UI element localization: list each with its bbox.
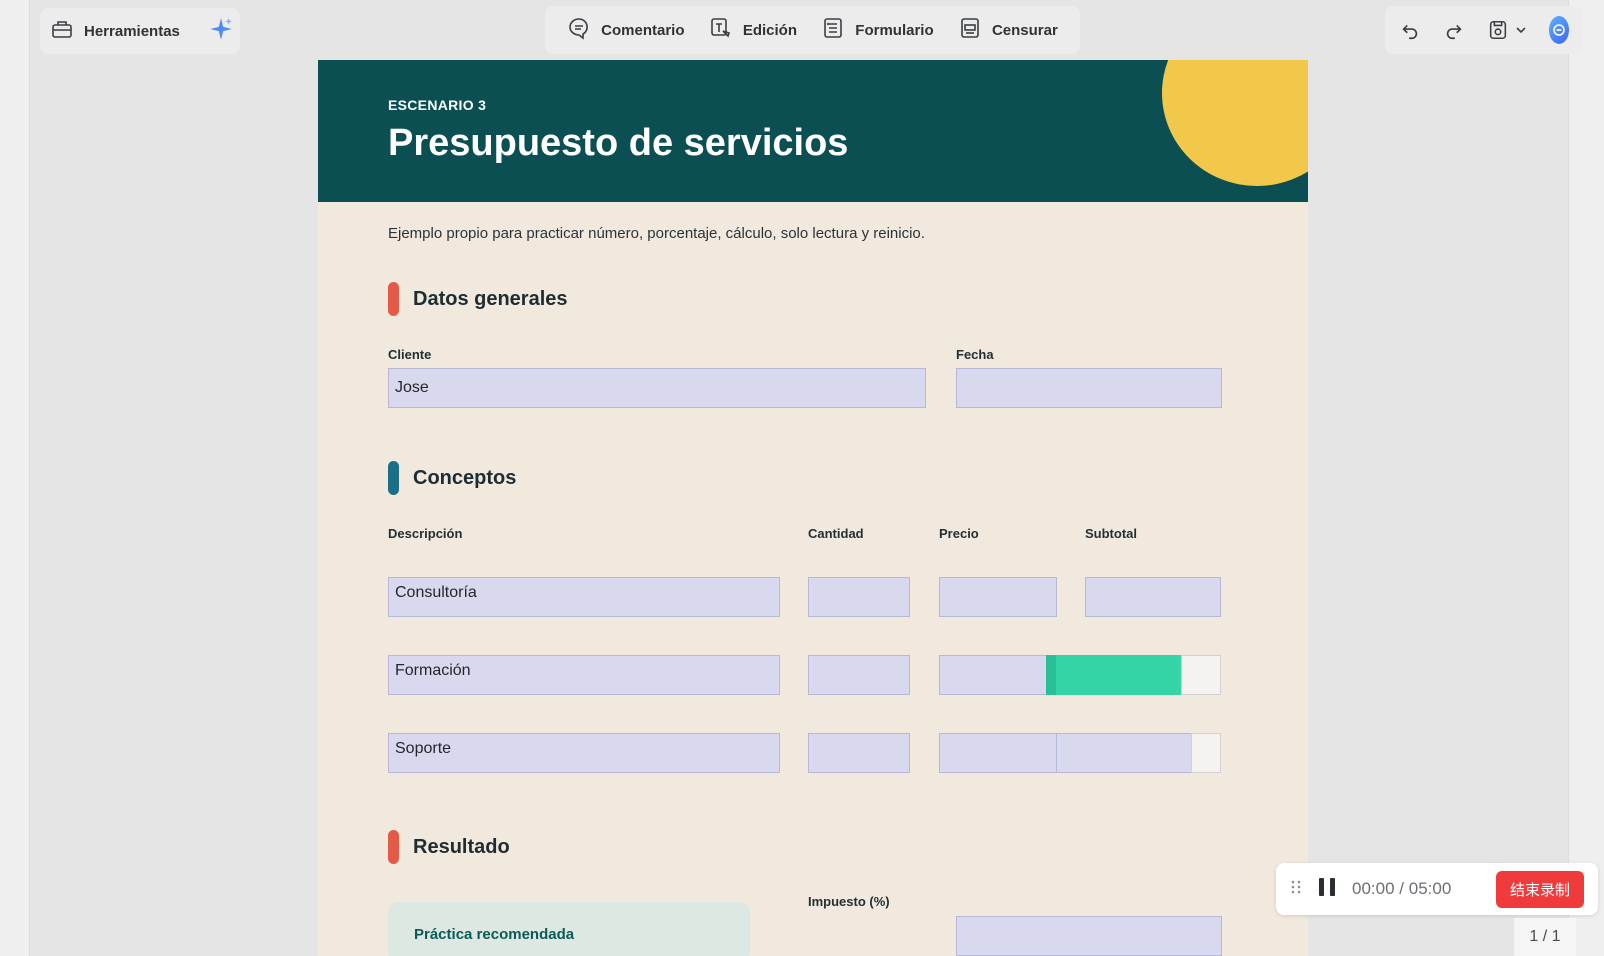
- redo-icon[interactable]: [1443, 19, 1465, 41]
- tax-label: Impuesto (%): [808, 894, 890, 909]
- redact-icon: [958, 16, 982, 44]
- elapsed-time: 00:00: [1352, 879, 1395, 898]
- page-title: Presupuesto de servicios: [388, 122, 849, 164]
- page-indicator: 1 / 1: [1514, 918, 1576, 956]
- client-label: Cliente: [388, 347, 432, 362]
- recording-bar: 00:00 / 05:00 结束录制: [1276, 863, 1598, 915]
- quantity-field-consultoria[interactable]: [808, 577, 910, 617]
- form-tool-button[interactable]: Formulario: [821, 16, 934, 44]
- description-field-formacion[interactable]: Formación: [388, 655, 780, 695]
- quantity-field-soporte[interactable]: [808, 733, 910, 773]
- header-band: ESCENARIO 3 Presupuesto de servicios: [318, 60, 1308, 202]
- section-general-heading: Datos generales: [388, 282, 568, 316]
- intro-text: Ejemplo propio para practicar número, po…: [388, 225, 925, 242]
- section-concepts-heading: Conceptos: [388, 461, 516, 495]
- header-price: Precio: [939, 526, 979, 541]
- description-field-soporte[interactable]: Soporte: [388, 733, 780, 773]
- left-panel-edge: [0, 0, 30, 956]
- time-separator: /: [1399, 879, 1405, 898]
- edit-text-icon: [709, 16, 733, 44]
- subtotal-field-formacion-highlight: [1046, 655, 1182, 695]
- section-concepts-title: Conceptos: [413, 466, 517, 489]
- stop-recording-button[interactable]: 结束录制: [1495, 870, 1584, 908]
- assistant-icon[interactable]: [1549, 16, 1569, 44]
- total-time: 05:00: [1408, 879, 1452, 898]
- date-field[interactable]: [956, 368, 1222, 408]
- price-field-consultoria[interactable]: [939, 577, 1057, 617]
- chevron-down-icon[interactable]: [1515, 24, 1527, 36]
- form-tool-label: Formulario: [855, 21, 934, 39]
- recommended-practice-card: Práctica recomendada: [388, 902, 750, 956]
- save-icon[interactable]: [1487, 19, 1509, 41]
- header-description: Descripción: [388, 526, 463, 541]
- header-subtotal: Subtotal: [1085, 526, 1137, 541]
- price-field-formacion[interactable]: [939, 655, 1047, 695]
- date-label: Fecha: [956, 347, 994, 362]
- tools-button[interactable]: Herramientas: [84, 23, 180, 40]
- redact-tool-label: Censurar: [991, 21, 1058, 39]
- edit-tool-button[interactable]: Edición: [709, 16, 797, 44]
- field-overflow-segment: [1191, 733, 1221, 773]
- section-marker: [388, 830, 399, 864]
- undo-icon[interactable]: [1399, 19, 1421, 41]
- recommended-practice-title: Práctica recomendada: [414, 926, 575, 943]
- section-general-title: Datos generales: [413, 287, 568, 310]
- pause-icon[interactable]: [1316, 876, 1338, 903]
- toolbox-icon[interactable]: [50, 17, 74, 46]
- section-marker: [388, 461, 399, 495]
- comment-tool-button[interactable]: Comentario: [567, 16, 685, 44]
- client-field[interactable]: Jose: [388, 368, 926, 408]
- field-overflow-segment: [1181, 655, 1221, 695]
- document-actions: [1385, 6, 1583, 54]
- header-quantity: Cantidad: [808, 526, 864, 541]
- subtotal-field-consultoria: [1085, 577, 1221, 617]
- section-result-heading: Resultado: [388, 830, 510, 864]
- description-field-consultoria[interactable]: Consultoría: [388, 577, 780, 617]
- right-panel-edge: [1568, 0, 1604, 956]
- ai-sparkle-icon[interactable]: [208, 16, 234, 47]
- form-icon: [821, 16, 845, 44]
- tools-group: Herramientas: [40, 8, 240, 54]
- price-field-soporte[interactable]: [939, 733, 1057, 773]
- document-page: ESCENARIO 3 Presupuesto de servicios Eje…: [318, 60, 1308, 956]
- edit-tool-label: Edición: [742, 21, 797, 39]
- quantity-field-formacion[interactable]: [808, 655, 910, 695]
- redact-tool-button[interactable]: Censurar: [958, 16, 1058, 44]
- decorative-circle: [1162, 60, 1308, 186]
- section-result-title: Resultado: [413, 835, 510, 858]
- drag-handle-icon[interactable]: [1290, 879, 1302, 900]
- section-marker: [388, 282, 399, 316]
- recording-timer: 00:00 / 05:00: [1352, 879, 1451, 899]
- scenario-kicker: ESCENARIO 3: [388, 97, 487, 113]
- comment-tool-label: Comentario: [601, 21, 685, 39]
- tax-field[interactable]: [956, 916, 1222, 956]
- subtotal-field-soporte: [1056, 733, 1192, 773]
- main-toolbar: Comentario Edición Formulario Censurar: [545, 6, 1080, 54]
- comment-icon: [567, 16, 591, 44]
